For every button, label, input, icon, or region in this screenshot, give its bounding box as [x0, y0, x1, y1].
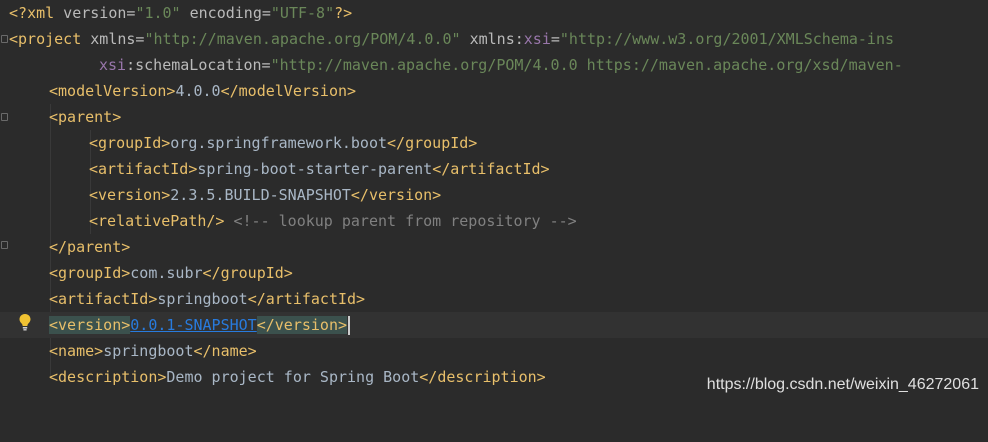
tag-text: com.subr [130, 264, 203, 282]
tag-name: project [18, 30, 82, 48]
code-line[interactable]: </parent> [0, 234, 988, 260]
close-tag: </modelVersion> [220, 82, 357, 100]
attr-value: "UTF-8" [270, 4, 335, 22]
lightbulb-icon[interactable] [18, 313, 32, 331]
tag-text: spring-boot-starter-parent [197, 160, 433, 178]
xml-pi-name: xml [27, 4, 55, 22]
tag-bracket: < [9, 30, 19, 48]
code-line[interactable]: xsi:schemaLocation="http://maven.apache.… [0, 52, 988, 78]
tag-text: org.springframework.boot [170, 134, 388, 152]
open-tag: <artifactId> [89, 160, 198, 178]
code-line[interactable]: <artifactId>springboot</artifactId> [0, 286, 988, 312]
attr-name: xmlns: [460, 30, 524, 48]
close-tag: </groupId> [202, 264, 293, 282]
tag-text: 2.3.5.BUILD-SNAPSHOT [170, 186, 351, 204]
open-tag: <groupId> [49, 264, 131, 282]
tag-text: springboot [103, 342, 194, 360]
current-code-line[interactable]: <version>0.0.1-SNAPSHOT</version> [0, 312, 988, 338]
code-line[interactable]: <name>springboot</name> [0, 338, 988, 364]
open-tag: <groupId> [89, 134, 171, 152]
attr-name: xmlns= [81, 30, 145, 48]
code-line[interactable]: <version>2.3.5.BUILD-SNAPSHOT</version> [0, 182, 988, 208]
tag-text: springboot [157, 290, 248, 308]
namespace-prefix: xsi [99, 56, 127, 74]
attr-value: "1.0" [135, 4, 181, 22]
open-tag: <parent> [49, 108, 122, 126]
close-tag: </version> [256, 316, 348, 334]
close-tag: </parent> [49, 238, 131, 256]
attr-value: "http://maven.apache.org/POM/4.0.0" [144, 30, 461, 48]
attr-name: encoding= [180, 4, 271, 22]
open-tag: <modelVersion> [49, 82, 176, 100]
tag-text: Demo project for Spring Boot [166, 368, 420, 386]
namespace-prefix: xsi [523, 30, 551, 48]
open-tag: <description> [49, 368, 167, 386]
code-line[interactable]: <parent> [0, 104, 988, 130]
close-tag: </version> [350, 186, 442, 204]
attr-value: "http://maven.apache.org/POM/4.0.0 https… [270, 56, 903, 74]
code-line[interactable]: <modelVersion>4.0.0</modelVersion> [0, 78, 988, 104]
attr-value: "http://www.w3.org/2001/XMLSchema-ins [559, 30, 895, 48]
open-tag: <artifactId> [49, 290, 158, 308]
tag-text: 4.0.0 [175, 82, 221, 100]
close-tag: </groupId> [387, 134, 478, 152]
attr-name: :schemaLocation= [126, 56, 271, 74]
code-line[interactable]: <groupId>org.springframework.boot</group… [0, 130, 988, 156]
watermark-text: https://blog.csdn.net/weixin_46272061 [706, 376, 979, 393]
close-tag: </artifactId> [247, 290, 366, 308]
self-closing-tag: <relativePath/> [89, 212, 225, 230]
close-tag: </description> [419, 368, 546, 386]
code-line[interactable]: <?xml version="1.0" encoding="UTF-8"?> [0, 0, 988, 26]
close-tag: </artifactId> [432, 160, 550, 178]
attr-equals: = [550, 30, 560, 48]
code-line[interactable]: <artifactId>spring-boot-starter-parent</… [0, 156, 988, 182]
open-tag: <version> [49, 316, 131, 334]
code-line[interactable]: <project xmlns="http://maven.apache.org/… [0, 26, 988, 52]
open-tag: <name> [49, 342, 104, 360]
close-tag: </name> [193, 342, 257, 360]
code-line[interactable]: <relativePath/> <!-- lookup parent from … [0, 208, 988, 234]
code-editor[interactable]: <?xml version="1.0" encoding="UTF-8"?> <… [0, 0, 988, 405]
xml-pi-open: <? [9, 4, 28, 22]
text-caret [348, 316, 351, 335]
code-line[interactable]: <groupId>com.subr</groupId> [0, 260, 988, 286]
xml-pi-close: ?> [334, 4, 353, 22]
xml-comment: <!-- lookup parent from repository --> [224, 212, 577, 230]
open-tag: <version> [89, 186, 171, 204]
version-link[interactable]: 0.0.1-SNAPSHOT [130, 316, 256, 334]
attr-name: version= [54, 4, 136, 22]
